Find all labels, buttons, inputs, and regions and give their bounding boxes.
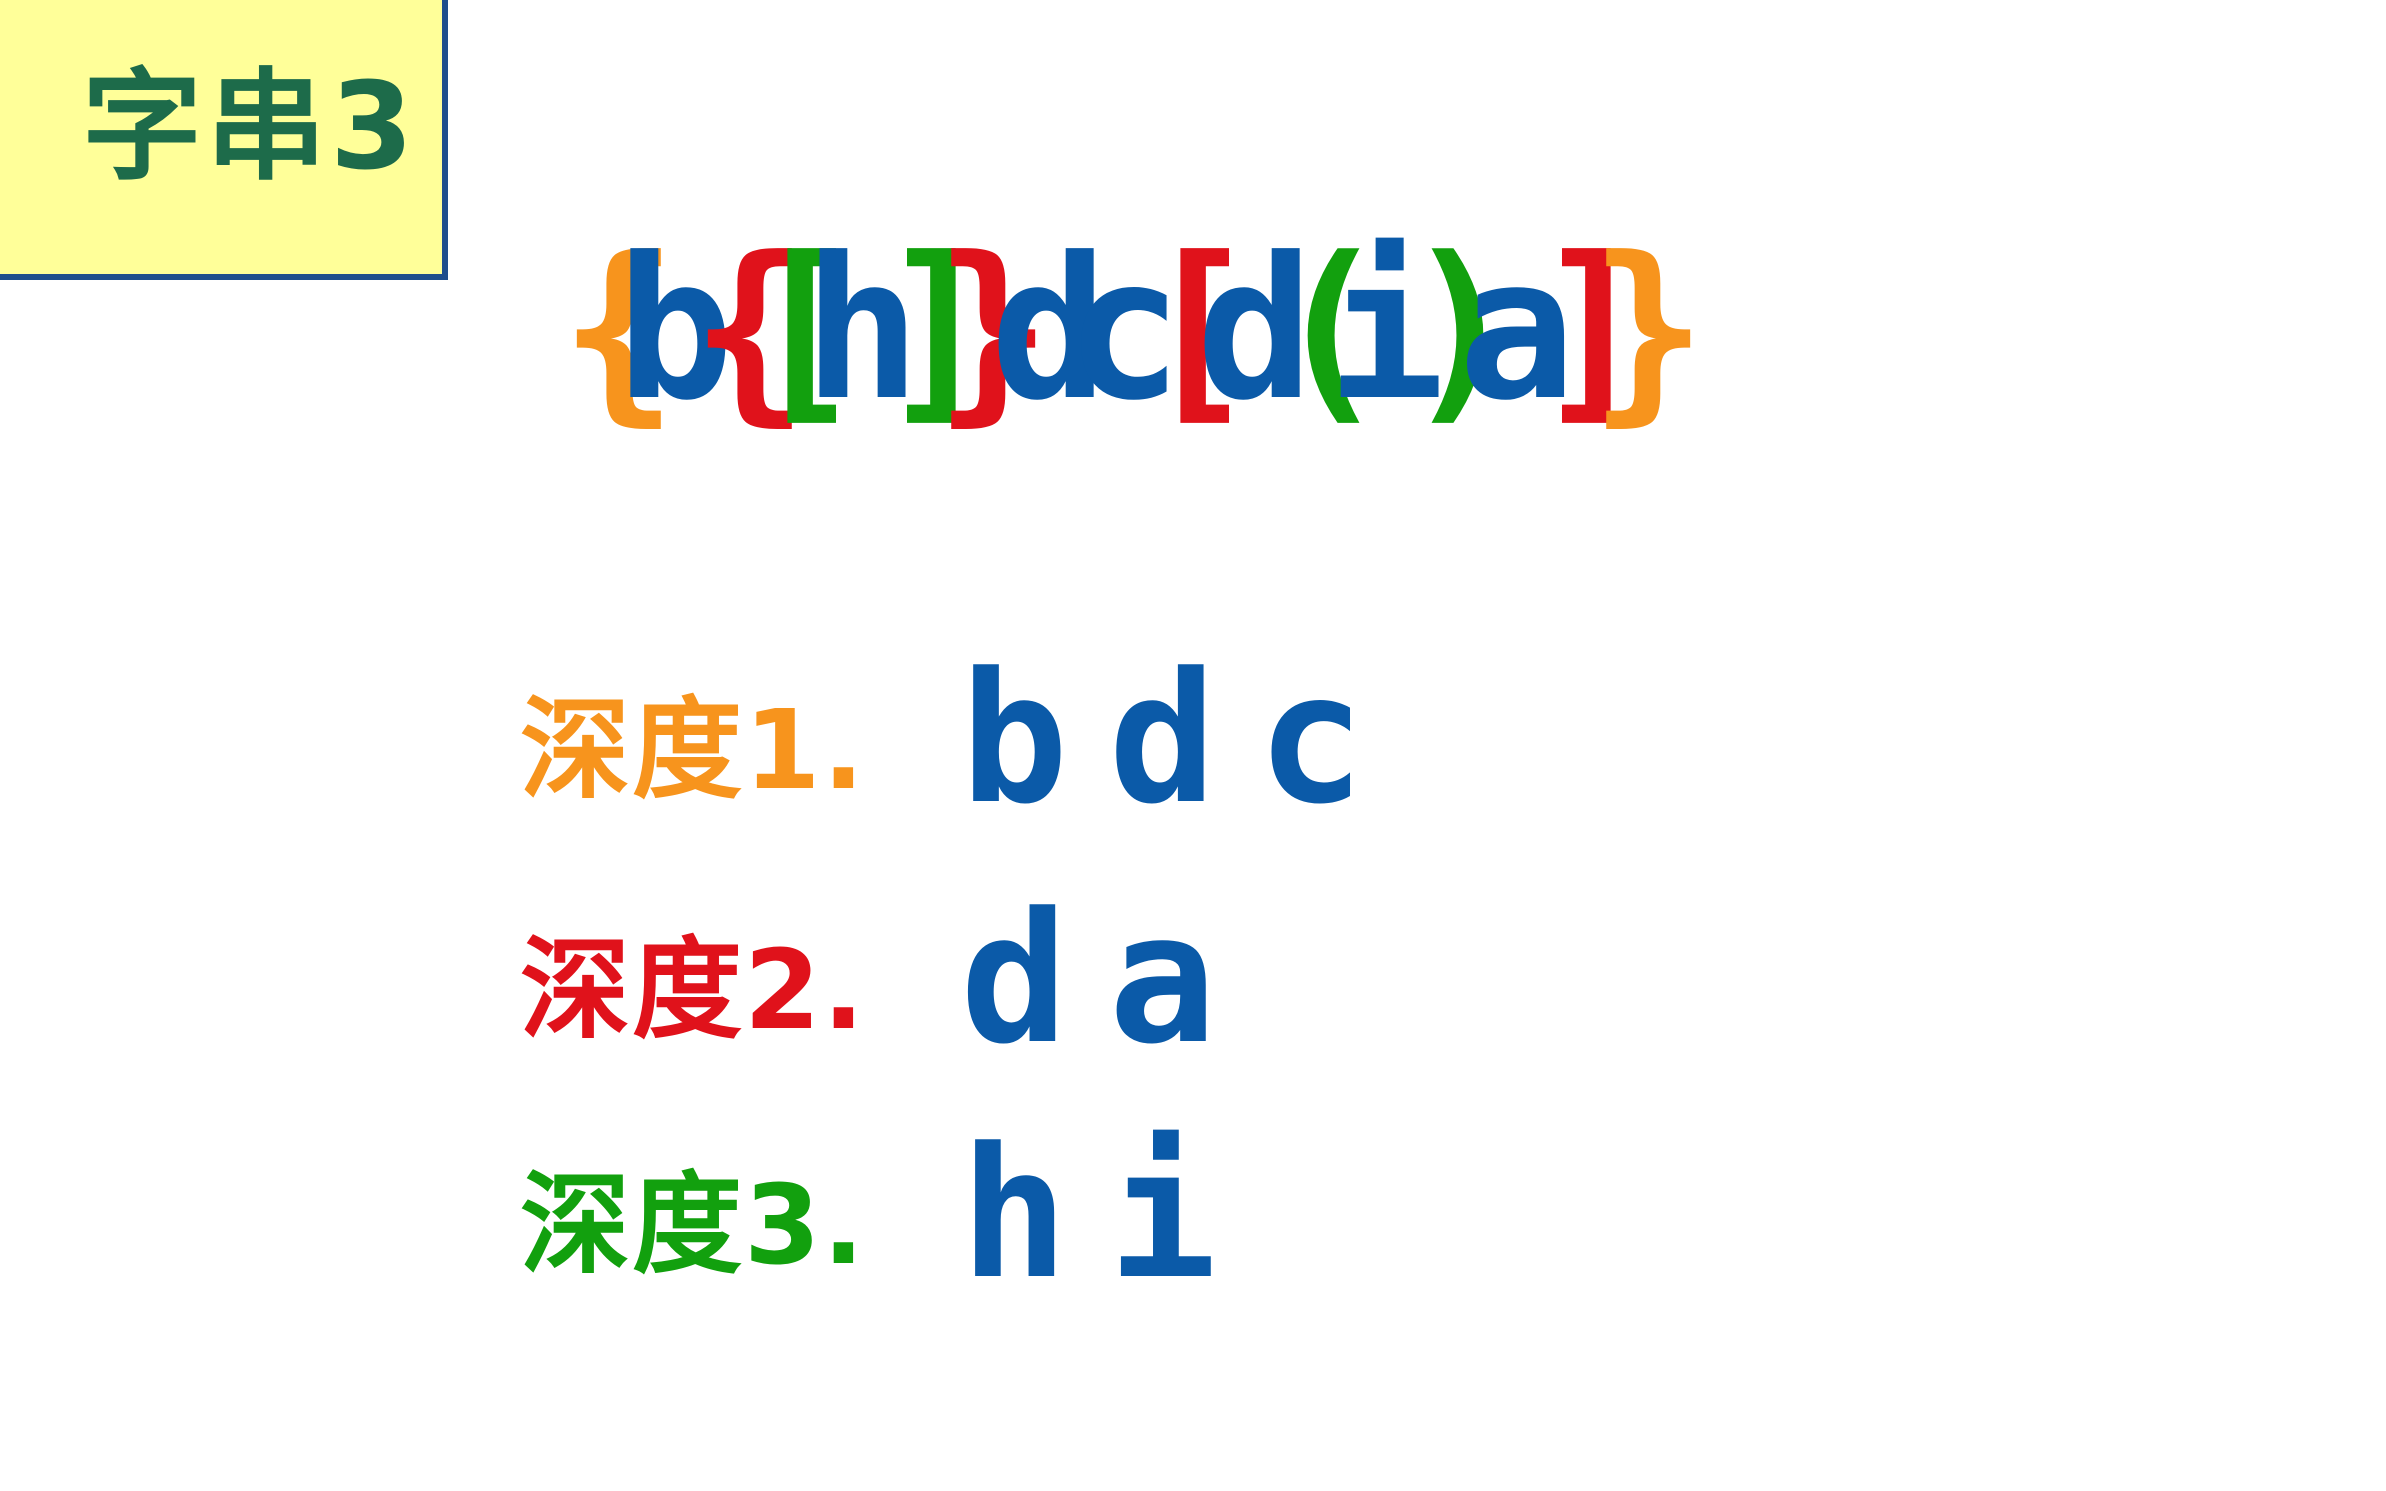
expression-char-brace: } [934,216,1053,444]
depth-label-1: 深度1. [520,686,867,814]
expression-char-letter: a [1458,216,1577,444]
expression-char-bracket: ] [1533,216,1652,444]
title-box: 字串3 [0,0,448,280]
expression-char-brace: } [1589,216,1708,444]
depth-value-3: hi [960,1110,1257,1319]
expression: {b{[h]} d c[d(i) a]} [560,180,1708,480]
page-title: 字串3 [82,58,418,197]
expression-char-letter: d [990,216,1109,444]
expression-char-brace: { [560,216,679,444]
expression-char-paren: ( [1271,216,1390,444]
expression-char-letter: b [616,216,735,444]
depth-row-2: 深度2. da [520,880,1257,1080]
expression-char-letter: i [1327,216,1446,444]
expression-char-brace: { [691,216,810,444]
depth-row-1: 深度1. bdc [520,640,1405,840]
depth-label-3: 深度3. [520,1161,867,1289]
depth-value-2: da [960,875,1257,1084]
expression-char-bracket: [ [747,216,866,444]
expression-char-letter: h [803,216,922,444]
depth-label-2: 深度2. [520,926,867,1054]
depth-row-3: 深度3. hi [520,1115,1257,1315]
expression-char-letter: c [1065,216,1184,444]
depth-value-1: bdc [960,635,1406,844]
expression-char-bracket: [ [1140,216,1259,444]
expression-char-bracket: ] [878,216,997,444]
expression-char-paren: ) [1402,216,1521,444]
expression-char-letter: d [1196,216,1315,444]
